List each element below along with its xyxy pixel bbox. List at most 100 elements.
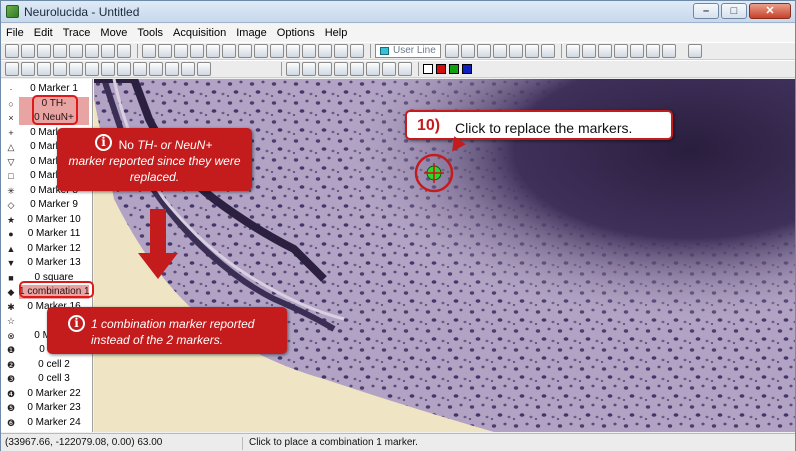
color-white-swatch[interactable] [423, 64, 433, 74]
move-down-icon[interactable] [53, 62, 67, 76]
contrast-icon[interactable] [334, 44, 348, 58]
filter-icon[interactable] [222, 44, 236, 58]
home-icon[interactable] [165, 62, 179, 76]
axon-icon[interactable] [581, 44, 596, 58]
paste-icon[interactable] [117, 44, 131, 58]
save-icon[interactable] [37, 44, 51, 58]
menu-file[interactable]: File [1, 24, 29, 42]
menu-move[interactable]: Move [95, 24, 132, 42]
marker-list-item[interactable]: ❸ 0 cell 3 [1, 372, 92, 386]
histogram-icon[interactable] [318, 44, 332, 58]
marker-list-item[interactable]: · 0 Marker 1 [1, 82, 92, 96]
text-icon[interactable] [334, 62, 348, 76]
no-marker-text: No TH- or NeuN+ marker reported since th… [63, 137, 246, 185]
marker-symbol-icon: ❷ [6, 359, 16, 370]
node-icon[interactable] [613, 44, 628, 58]
dendrite-icon[interactable] [565, 44, 580, 58]
pan-icon[interactable] [69, 62, 83, 76]
move-up-icon[interactable] [37, 62, 51, 76]
layers-icon[interactable] [302, 62, 316, 76]
layout-icon[interactable] [174, 44, 188, 58]
color-red-swatch[interactable] [436, 64, 446, 74]
marker-list-item[interactable]: ▲ 0 Marker 12 [1, 242, 92, 256]
marker-symbol-icon: · [9, 84, 13, 94]
contour-color-swatch [380, 47, 389, 55]
menu-edit[interactable]: Edit [29, 24, 58, 42]
lock-icon[interactable] [181, 62, 195, 76]
center-icon[interactable] [85, 62, 99, 76]
print-icon[interactable] [69, 44, 83, 58]
marker-icon[interactable] [366, 62, 380, 76]
scale-bar-icon[interactable] [350, 62, 364, 76]
contour-type-select[interactable]: User Line [375, 44, 441, 58]
varicosity-icon[interactable] [661, 44, 676, 58]
menu-bar: File Edit Trace Move Tools Acquisition I… [1, 24, 795, 42]
color-green-swatch[interactable] [449, 64, 459, 74]
copy-icon[interactable] [101, 44, 115, 58]
cut-icon[interactable] [85, 44, 99, 58]
zoom-out-icon[interactable] [117, 62, 131, 76]
marker-list-item[interactable]: ❻ 0 Marker 24 [1, 416, 92, 430]
marker-list-item[interactable]: ❺ 0 Marker 23 [1, 401, 92, 415]
combination-text: 1 combination marker reported instead of… [91, 317, 255, 347]
circle-icon[interactable] [508, 44, 523, 58]
marker-list-item[interactable]: ▼ 0 Marker 13 [1, 256, 92, 270]
arc-icon[interactable] [476, 44, 491, 58]
arrow-icon[interactable] [540, 44, 555, 58]
zoom-box-icon[interactable] [149, 62, 163, 76]
new-file-icon[interactable] [5, 44, 19, 58]
marker-symbol-icon: ○ [8, 98, 14, 109]
marker-list-item[interactable]: ❹ 0 Marker 22 [1, 387, 92, 401]
marker-list-item[interactable]: ● 0 Marker 11 [1, 227, 92, 241]
marker-list-item[interactable]: ◇ 0 Marker 9 [1, 198, 92, 212]
spline-icon[interactable] [460, 44, 475, 58]
snap-icon[interactable] [398, 62, 412, 76]
menu-help[interactable]: Help [320, 24, 353, 42]
menu-acquisition[interactable]: Acquisition [168, 24, 231, 42]
table-icon[interactable] [158, 44, 172, 58]
close-button[interactable]: ✕ [749, 3, 791, 19]
tile-icon[interactable] [254, 44, 268, 58]
marker-symbol-icon: ❻ [6, 417, 16, 428]
window-icon[interactable] [687, 44, 702, 58]
maximize-button[interactable]: □ [721, 3, 747, 19]
menu-trace[interactable]: Trace [58, 24, 96, 42]
marker-label: 0 Marker 11 [27, 228, 81, 239]
ending-icon[interactable] [629, 44, 644, 58]
save-as-icon[interactable] [53, 44, 67, 58]
eraser-icon[interactable] [197, 62, 211, 76]
settings-icon[interactable] [302, 44, 316, 58]
branch-icon[interactable] [524, 44, 539, 58]
display-icon[interactable] [286, 62, 300, 76]
app-logo-icon [6, 5, 19, 18]
camera-icon[interactable] [238, 44, 252, 58]
montage-icon[interactable] [270, 44, 284, 58]
overlay-icon[interactable] [318, 62, 332, 76]
grid-icon[interactable] [142, 44, 156, 58]
marker-label: 0 Marker 9 [30, 199, 78, 210]
marker-symbol-icon: ⊗ [7, 330, 15, 341]
image-stack-icon[interactable] [206, 44, 220, 58]
menu-options[interactable]: Options [272, 24, 320, 42]
labels-icon[interactable] [382, 62, 396, 76]
move-left-icon[interactable] [5, 62, 19, 76]
zoom-in-icon[interactable] [101, 62, 115, 76]
color-icon[interactable] [286, 44, 300, 58]
marker-list-item[interactable]: ❷ 0 cell 2 [1, 358, 92, 372]
image-icon[interactable] [190, 44, 204, 58]
open-icon[interactable] [21, 44, 35, 58]
menu-tools[interactable]: Tools [132, 24, 168, 42]
menu-image[interactable]: Image [231, 24, 272, 42]
marker-list-item[interactable]: ★ 0 Marker 10 [1, 213, 92, 227]
ellipse-icon[interactable] [492, 44, 507, 58]
spine-icon[interactable] [645, 44, 660, 58]
minimize-button[interactable]: – [693, 3, 719, 19]
color-blue-swatch[interactable] [462, 64, 472, 74]
move-right-icon[interactable] [21, 62, 35, 76]
zoom-fit-icon[interactable] [133, 62, 147, 76]
soma-icon[interactable] [597, 44, 612, 58]
minimize-icon: – [702, 5, 710, 17]
pen-icon[interactable] [444, 44, 459, 58]
info-icon: i [68, 315, 85, 332]
focus-icon[interactable] [350, 44, 364, 58]
